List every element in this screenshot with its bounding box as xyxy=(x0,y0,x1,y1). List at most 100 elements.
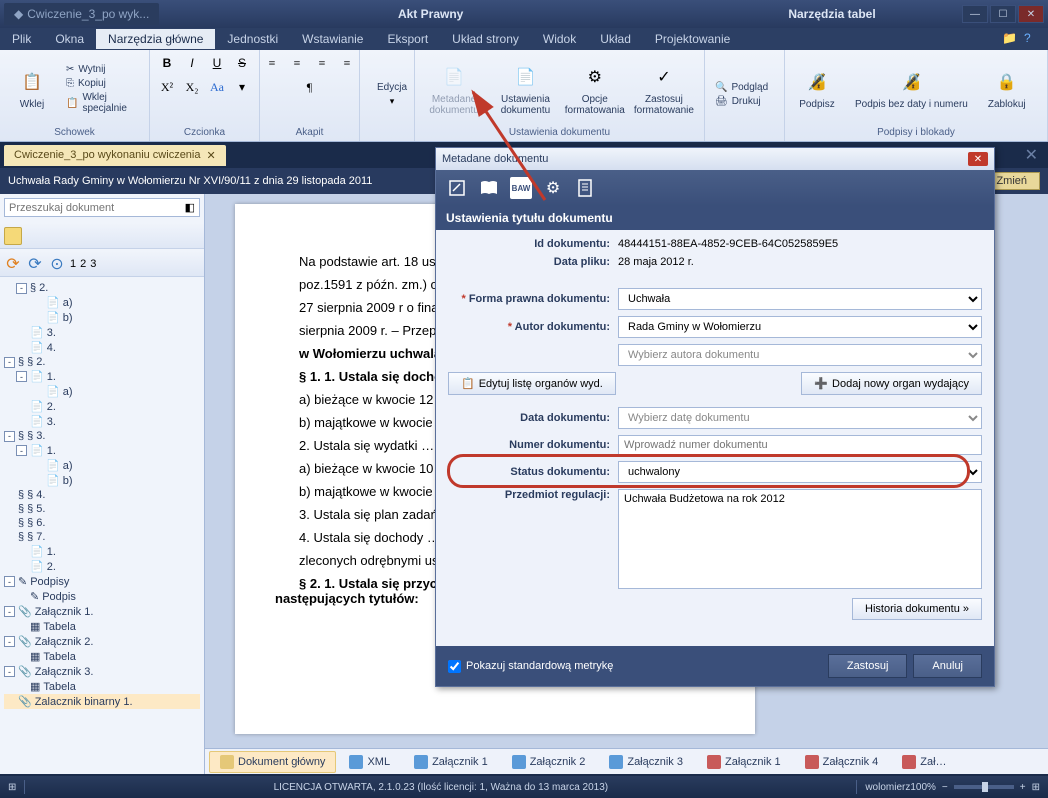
view-tab[interactable]: Załącznik 3 xyxy=(598,751,694,773)
legal-form-select[interactable]: Uchwała xyxy=(618,288,982,310)
font-size-button[interactable]: Aa xyxy=(206,77,228,97)
pilcrow-button[interactable]: ¶ xyxy=(299,77,321,97)
tree-expander[interactable]: - xyxy=(4,636,15,647)
tree-item[interactable]: -📎Załącznik 2. xyxy=(4,634,200,649)
tree-item[interactable]: 📄b) xyxy=(4,473,200,488)
tree-expander[interactable]: - xyxy=(16,283,27,294)
apply-button[interactable]: Zastosuj xyxy=(828,654,908,678)
view-tab[interactable]: Dokument główny xyxy=(209,751,336,773)
window-minimize-button[interactable]: — xyxy=(962,5,988,23)
dialog-close-button[interactable]: ✕ xyxy=(968,152,988,166)
status-select[interactable]: uchwalony xyxy=(618,461,982,483)
sign-button[interactable]: 🔏 Podpisz xyxy=(791,64,843,114)
tree-item[interactable]: 📄3. xyxy=(4,414,200,429)
search-input[interactable] xyxy=(9,202,185,214)
align-right-button[interactable]: ≡ xyxy=(311,53,333,73)
tree-expander[interactable]: - xyxy=(4,576,15,587)
metadata-button[interactable]: 📄 Metadane dokumentu xyxy=(421,59,487,120)
tree-item[interactable]: -§§ 3. xyxy=(4,429,200,443)
tree-expander[interactable]: - xyxy=(4,606,15,617)
docdate-select[interactable]: Wybierz datę dokumentu xyxy=(618,407,982,429)
edit-metadata-icon[interactable] xyxy=(446,177,468,199)
edit-dropdown[interactable]: Edycja ▾ xyxy=(366,78,418,111)
subject-textarea[interactable]: Uchwała Budżetowa na rok 2012 xyxy=(618,489,982,589)
tree-item[interactable]: §§ 4. xyxy=(4,488,200,502)
structure-tree[interactable]: -§2.📄a)📄b)📄3.📄4.-§§ 2.-📄1.📄a)📄2.📄3.-§§ 3… xyxy=(0,277,204,774)
window-maximize-button[interactable]: ☐ xyxy=(990,5,1016,23)
tree-item[interactable]: -📎Załącznik 1. xyxy=(4,604,200,619)
tree-item[interactable]: -📄1. xyxy=(4,443,200,458)
strike-button[interactable]: S xyxy=(231,53,253,73)
format-options-button[interactable]: ⚙ Opcje formatowania xyxy=(564,59,626,120)
notes-icon[interactable] xyxy=(574,177,596,199)
tree-item[interactable]: -📎Załącznik 3. xyxy=(4,664,200,679)
paste-button[interactable]: 📋 Wklej xyxy=(6,64,58,114)
tree-item[interactable]: §§ 6. xyxy=(4,516,200,530)
tree-expander[interactable]: - xyxy=(4,357,15,368)
level-2[interactable]: 2 xyxy=(80,258,86,270)
status-right-icon[interactable]: ⊞ xyxy=(1032,782,1040,793)
author-add-select[interactable]: Wybierz autora dokumentu xyxy=(618,344,982,366)
tree-item[interactable]: ▦Tabela xyxy=(4,649,200,664)
cancel-button[interactable]: Anuluj xyxy=(913,654,982,678)
view-tab[interactable]: Załącznik 2 xyxy=(501,751,597,773)
tree-item[interactable]: 📄1. xyxy=(4,544,200,559)
window-close-button[interactable]: ✕ xyxy=(1018,5,1044,23)
zoom-in-button[interactable]: + xyxy=(1020,782,1026,793)
doc-settings-button[interactable]: 📄 Ustawienia dokumentu xyxy=(491,59,559,120)
tree-item[interactable]: ▦Tabela xyxy=(4,619,200,634)
italic-button[interactable]: I xyxy=(181,53,203,73)
document-tab-close[interactable]: ✕ xyxy=(207,149,216,162)
bold-button[interactable]: B xyxy=(156,53,178,73)
sign-nodate-button[interactable]: 🔏 Podpis bez daty i numeru xyxy=(847,64,976,114)
view-tab[interactable]: XML xyxy=(338,751,401,773)
view-tab[interactable]: Załącznik 1 xyxy=(696,751,792,773)
tree-item[interactable]: -§§ 2. xyxy=(4,355,200,369)
tree-item[interactable]: ▦Tabela xyxy=(4,679,200,694)
author-select[interactable]: Rada Gminy w Wołomierzu xyxy=(618,316,982,338)
show-metric-input[interactable] xyxy=(448,660,461,673)
tree-item[interactable]: ✎Podpis xyxy=(4,589,200,604)
navigator-view-icon[interactable] xyxy=(4,227,22,245)
tree-item[interactable]: -📄1. xyxy=(4,369,200,384)
tree-item[interactable]: 📄b) xyxy=(4,310,200,325)
tree-item[interactable]: 📄a) xyxy=(4,384,200,399)
baw-icon[interactable]: BAW xyxy=(510,177,532,199)
tree-item[interactable]: §§ 7. xyxy=(4,530,200,544)
tree-item[interactable]: -✎Podpisy xyxy=(4,574,200,589)
tree-expander[interactable]: - xyxy=(4,431,15,442)
level-1[interactable]: 1 xyxy=(70,258,76,270)
document-tab[interactable]: Cwiczenie_3_po wykonaniu cwiczenia ✕ xyxy=(4,145,226,166)
copy-button[interactable]: ⎘Kopiuj xyxy=(62,77,143,90)
doctabs-close-icon[interactable]: ✕ xyxy=(1019,145,1044,165)
gear-icon[interactable]: ⚙ xyxy=(542,177,564,199)
history-button[interactable]: Historia dokumentu » xyxy=(852,598,982,620)
help-icon[interactable]: ? xyxy=(1024,31,1040,47)
book-icon[interactable] xyxy=(478,177,500,199)
tree-item[interactable]: §§ 5. xyxy=(4,502,200,516)
tree-item[interactable]: 📄4. xyxy=(4,340,200,355)
zoom-out-button[interactable]: − xyxy=(942,782,948,793)
underline-button[interactable]: U xyxy=(206,53,228,73)
menu-wstawianie[interactable]: Wstawianie xyxy=(290,29,375,49)
menu-projektowanie[interactable]: Projektowanie xyxy=(643,29,742,49)
preview-button[interactable]: 🔍Podgląd xyxy=(711,81,772,94)
align-center-button[interactable]: ≡ xyxy=(286,53,308,73)
menu-narzedzia-glowne[interactable]: Narzędzia główne xyxy=(96,29,215,49)
apply-format-button[interactable]: ✓ Zastosuj formatowanie xyxy=(630,59,698,120)
zoom-slider[interactable] xyxy=(954,785,1014,789)
view-tab[interactable]: Zał… xyxy=(891,751,957,773)
tree-item[interactable]: -§2. xyxy=(4,281,200,295)
tree-item[interactable]: 📄3. xyxy=(4,325,200,340)
expand-icon[interactable]: ⊙ xyxy=(48,255,66,273)
add-organ-button[interactable]: ➕Dodaj nowy organ wydający xyxy=(801,372,982,395)
cut-button[interactable]: ✂Wytnij xyxy=(62,63,143,76)
view-tab[interactable]: Załącznik 1 xyxy=(403,751,499,773)
docnum-input[interactable] xyxy=(618,435,982,455)
menu-plik[interactable]: Plik xyxy=(0,29,43,49)
dialog-titlebar[interactable]: Metadane dokumentu ✕ xyxy=(436,148,994,170)
superscript-button[interactable]: X² xyxy=(156,77,178,97)
paste-special-button[interactable]: 📋Wklej specjalnie xyxy=(62,91,143,115)
menu-okna[interactable]: Okna xyxy=(43,29,96,49)
menu-eksport[interactable]: Eksport xyxy=(375,29,440,49)
